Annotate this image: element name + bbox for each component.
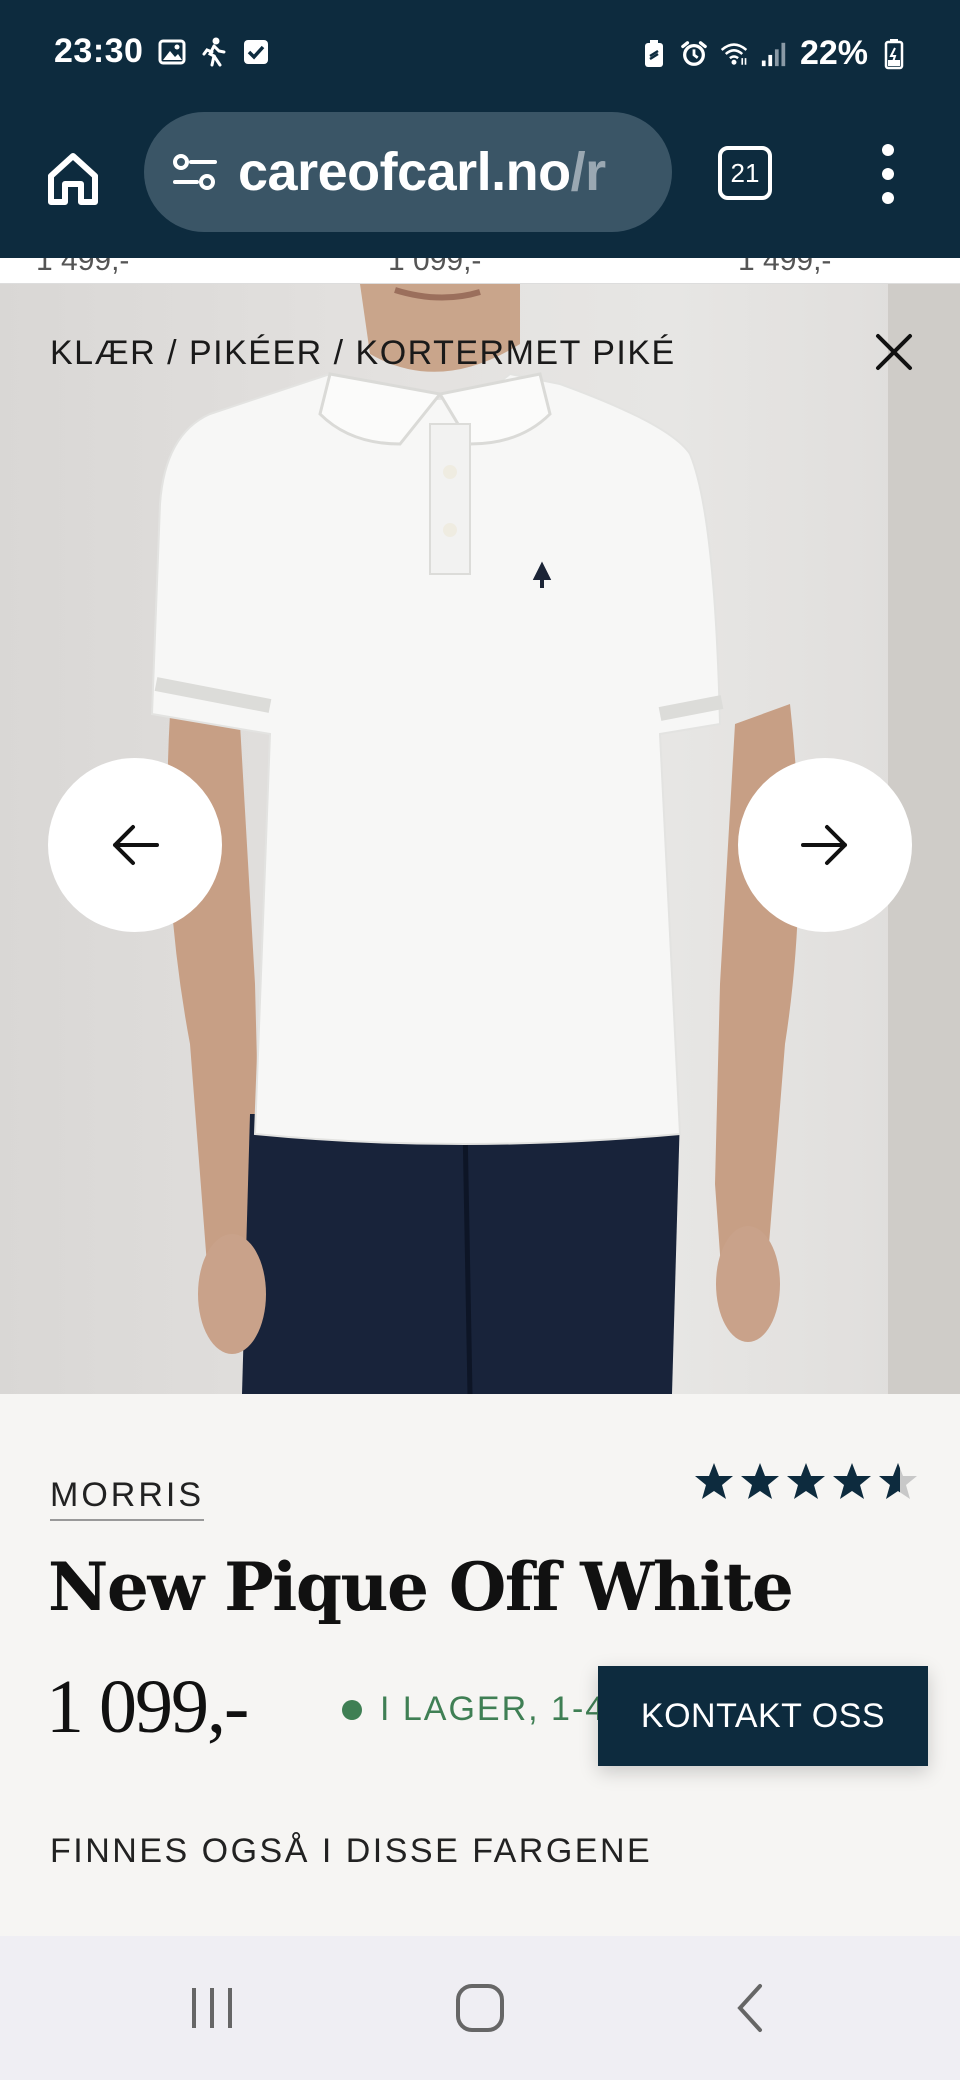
checkbox-icon <box>242 38 270 66</box>
stock-text: I LAGER, 1-4 <box>380 1690 607 1728</box>
contact-us-button[interactable]: KONTAKT OSS <box>598 1666 928 1766</box>
url-domain: careofcarl.no <box>238 142 571 202</box>
product-title: New Pique Off White <box>48 1548 794 1626</box>
arrow-left-icon <box>113 825 159 865</box>
address-bar[interactable]: careofcarl.no/r <box>144 112 672 232</box>
stock-status: I LAGER, 1-4 <box>342 1690 606 1729</box>
browser-toolbar: careofcarl.no/r 21 <box>0 110 960 258</box>
status-time: 23:30 <box>54 32 144 70</box>
menu-dot <box>882 168 894 180</box>
related-price: 1 499,- <box>36 258 130 277</box>
previous-image-button[interactable] <box>48 758 222 932</box>
other-colors-heading: FINNES OGSÅ I DISSE FARGENE <box>50 1832 653 1870</box>
status-right-icons: 22% <box>640 34 908 73</box>
breadcrumb[interactable]: KLÆR / PIKÉER / KORTERMET PIKÉ <box>50 334 676 373</box>
menu-dot <box>882 192 894 204</box>
star-icon <box>833 1463 871 1499</box>
home-nav-button[interactable] <box>450 1982 510 2034</box>
status-bar: 23:30 22% <box>0 0 960 110</box>
tab-switcher-button[interactable]: 21 <box>718 146 772 200</box>
home-button[interactable] <box>40 146 106 212</box>
walking-icon <box>200 37 228 67</box>
half-star-icon <box>879 1463 917 1499</box>
related-price: 1 099,- <box>388 258 482 277</box>
related-price: 1 499,- <box>738 258 832 277</box>
system-navigation-bar <box>0 1936 960 2080</box>
url-path: /r <box>570 142 607 202</box>
star-icon <box>695 1463 733 1499</box>
star-icon <box>787 1463 825 1499</box>
recent-apps-button[interactable] <box>186 1982 238 2034</box>
brand-link[interactable]: MORRIS <box>50 1476 204 1521</box>
product-price: 1 099,- <box>46 1665 249 1749</box>
gallery-icon <box>158 38 186 66</box>
related-prices-strip: 1 499,- 1 099,- 1 499,- <box>0 258 960 284</box>
wifi-icon <box>720 40 748 68</box>
next-image-button[interactable] <box>738 758 912 932</box>
battery-saver-icon <box>640 39 668 68</box>
status-left-icons <box>158 37 270 67</box>
back-chevron-icon <box>737 1984 762 2032</box>
product-image-gallery[interactable]: KLÆR / PIKÉER / KORTERMET PIKÉ <box>0 284 960 1394</box>
recent-apps-icon <box>192 1988 232 2028</box>
battery-icon <box>880 38 908 69</box>
star-icon <box>741 1463 779 1499</box>
menu-dot <box>882 144 894 156</box>
close-button[interactable] <box>872 330 916 374</box>
rating-stars[interactable] <box>694 1462 918 1500</box>
more-menu-button[interactable] <box>868 144 908 204</box>
in-stock-dot-icon <box>342 1699 362 1720</box>
arrow-right-icon <box>801 825 847 865</box>
back-nav-button[interactable] <box>730 1982 770 2034</box>
battery-percent: 22% <box>799 34 868 72</box>
close-icon <box>876 334 912 370</box>
home-circle-icon <box>456 1984 504 2032</box>
home-icon <box>48 153 98 205</box>
alarm-icon <box>680 40 708 68</box>
url-text: careofcarl.no/r <box>238 141 606 203</box>
signal-icon <box>760 40 788 68</box>
site-settings-icon[interactable] <box>170 147 220 197</box>
